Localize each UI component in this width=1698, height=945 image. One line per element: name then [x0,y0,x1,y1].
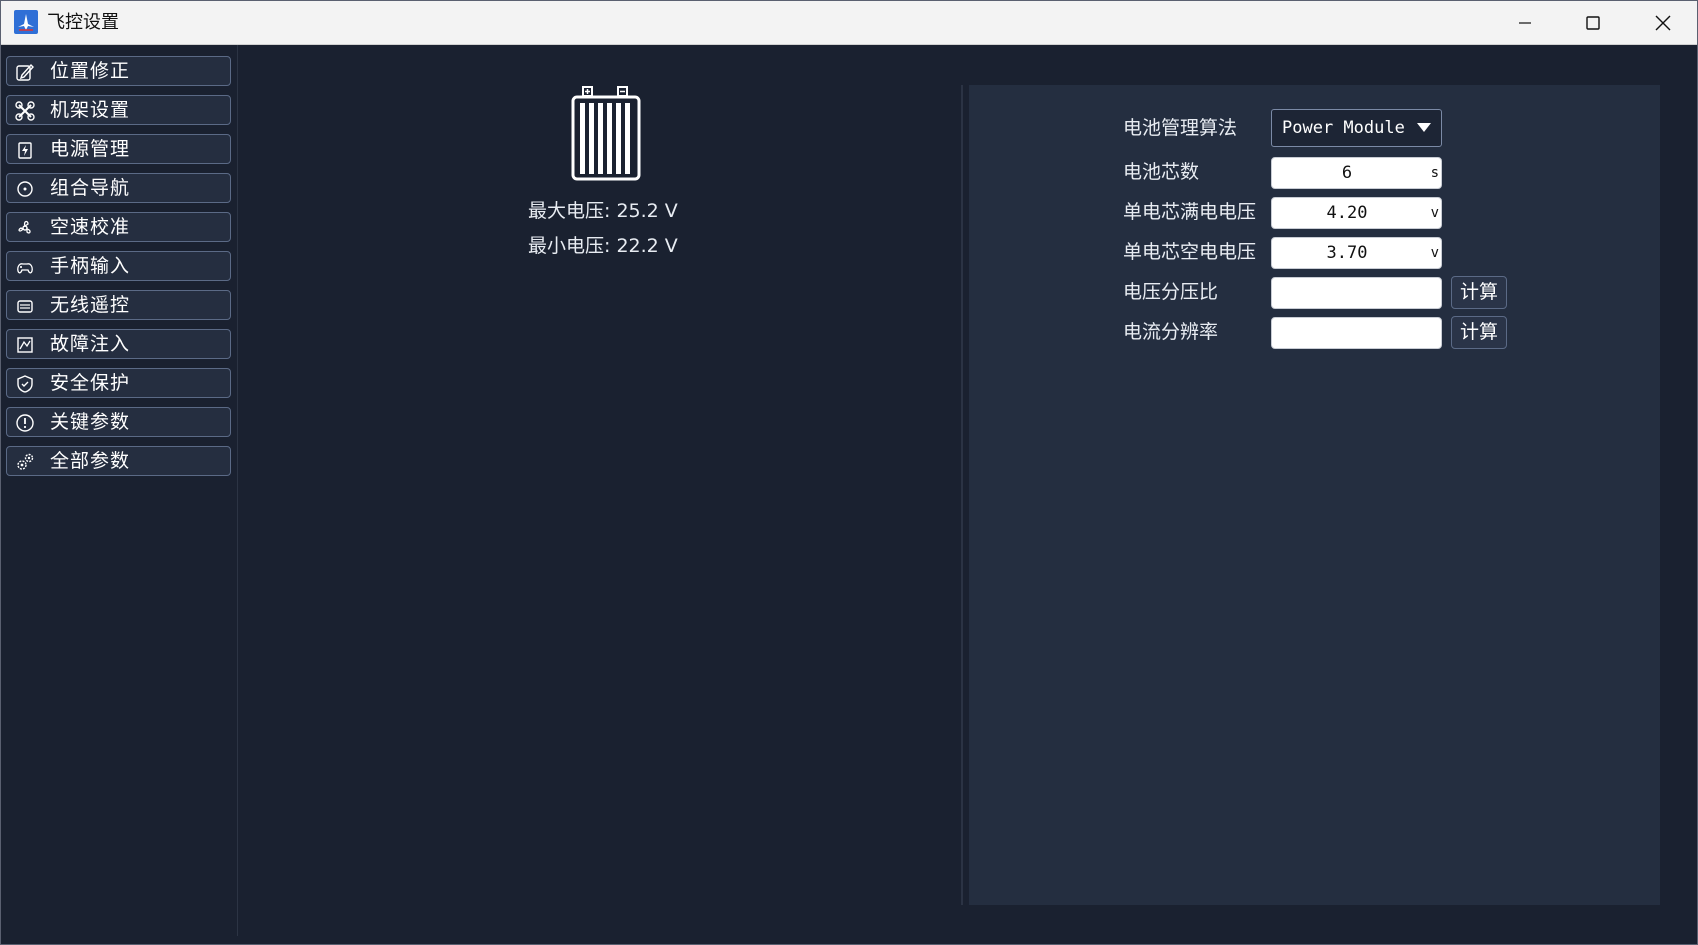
sidebar-item-label: 手柄输入 [50,255,131,277]
window-title: 飞控设置 [47,12,119,33]
minimize-button[interactable] [1490,1,1560,44]
sidebar-item-airspeed-calibration[interactable]: 空速校准 [6,212,231,242]
sidebar-item-label: 关键参数 [50,411,131,433]
sidebar: 位置修正 机架设置 电源管理 组合导航 空速校准 手柄输入 无线遥控 故障注入 … [1,45,238,936]
algorithm-select[interactable]: Power Module [1271,109,1442,147]
sidebar-item-frame-settings[interactable]: 机架设置 [6,95,231,125]
battery-icon [571,86,641,181]
cell-count-label: 电池芯数 [1123,161,1200,183]
voltage-divider-label: 电压分压比 [1123,281,1219,303]
sidebar-item-label: 无线遥控 [50,294,131,316]
exclamation-icon [16,414,34,432]
cell-count-value: 6 [1341,163,1353,183]
drone-icon [15,101,35,121]
current-resolution-calc-button[interactable]: 计算 [1451,316,1507,349]
sidebar-item-label: 全部参数 [50,450,131,472]
shield-icon [17,375,33,393]
sidebar-item-label: 电源管理 [50,138,131,160]
sidebar-item-key-parameters[interactable]: 关键参数 [6,407,231,437]
minimize-icon [1519,21,1531,24]
current-resolution-input[interactable] [1271,317,1442,349]
cell-full-voltage-label: 单电芯满电电压 [1123,201,1257,223]
algorithm-label: 电池管理算法 [1123,117,1238,139]
close-icon [1655,15,1671,30]
min-voltage-text: 最小电压: 22.2 V [528,235,678,257]
gears-icon [17,453,34,470]
cell-count-input[interactable]: 6 s [1271,157,1442,189]
close-button[interactable] [1628,1,1698,44]
fault-icon [17,337,33,353]
sidebar-item-label: 位置修正 [50,60,131,82]
sidebar-item-position-correction[interactable]: 位置修正 [6,56,231,86]
sidebar-item-safety-protection[interactable]: 安全保护 [6,368,231,398]
maximize-icon [1586,15,1600,30]
sidebar-item-label: 组合导航 [50,177,131,199]
sidebar-item-fault-injection[interactable]: 故障注入 [6,329,231,359]
app-window: 飞控设置 位置修正 机架设置 电源管理 组合导航 空速校准 手柄输入 无线遥控 … [0,0,1698,945]
fan-icon [18,220,31,234]
current-resolution-label: 电流分辨率 [1123,321,1219,343]
cell-full-voltage-input[interactable]: 4.20 v [1271,197,1442,229]
app-logo-icon [14,10,38,34]
max-voltage-text: 最大电压: 25.2 V [528,200,678,222]
maximize-button[interactable] [1558,1,1628,44]
voltage-divider-input[interactable] [1271,277,1442,309]
sidebar-item-wireless-remote[interactable]: 无线遥控 [6,290,231,320]
sidebar-item-label: 空速校准 [50,216,131,238]
cell-count-unit: s [1430,165,1439,181]
panel-divider [961,85,963,905]
title-bar: 飞控设置 [1,1,1697,45]
cell-empty-voltage-label: 单电芯空电电压 [1123,241,1257,263]
sidebar-item-label: 机架设置 [50,99,131,121]
algorithm-select-value: Power Module [1282,118,1405,138]
cell-empty-voltage-input[interactable]: 3.70 v [1271,237,1442,269]
remote-icon [17,300,33,313]
sidebar-item-all-parameters[interactable]: 全部参数 [6,446,231,476]
gamepad-icon [17,263,33,274]
power-icon [18,142,32,159]
compass-icon [17,181,33,197]
sidebar-item-label: 故障注入 [50,333,131,355]
cell-full-voltage-unit: v [1430,205,1439,221]
cell-full-voltage-value: 4.20 [1326,203,1368,223]
sidebar-item-power-management[interactable]: 电源管理 [6,134,231,164]
sidebar-item-gamepad-input[interactable]: 手柄输入 [6,251,231,281]
cell-empty-voltage-value: 3.70 [1326,243,1368,263]
edit-icon [16,63,34,81]
sidebar-item-integrated-navigation[interactable]: 组合导航 [6,173,231,203]
chevron-down-icon [1417,123,1431,132]
sidebar-item-label: 安全保护 [50,372,131,394]
cell-empty-voltage-unit: v [1430,245,1439,261]
voltage-divider-calc-button[interactable]: 计算 [1451,276,1507,309]
